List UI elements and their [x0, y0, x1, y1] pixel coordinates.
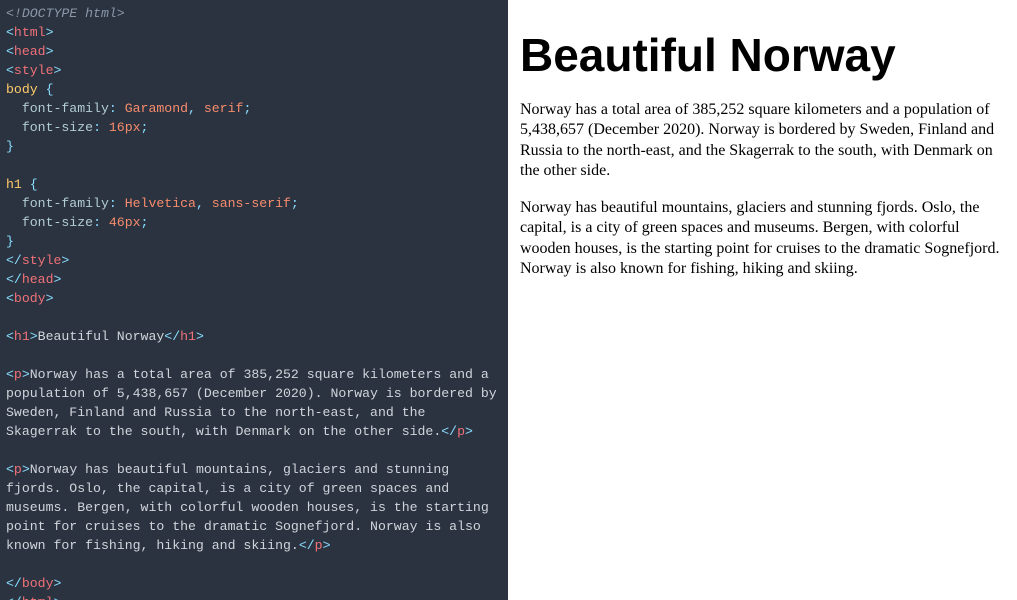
- split-view: <!DOCTYPE html> <html> <head> <style> bo…: [0, 0, 1017, 600]
- code-editor-content[interactable]: <!DOCTYPE html> <html> <head> <style> bo…: [6, 4, 502, 600]
- preview-paragraph-2: Norway has beautiful mountains, glaciers…: [520, 198, 1005, 280]
- preview-pane: Beautiful Norway Norway has a total area…: [508, 0, 1017, 600]
- code-editor-pane[interactable]: <!DOCTYPE html> <html> <head> <style> bo…: [0, 0, 508, 600]
- preview-paragraph-1: Norway has a total area of 385,252 squar…: [520, 100, 1005, 182]
- preview-heading: Beautiful Norway: [520, 28, 1005, 82]
